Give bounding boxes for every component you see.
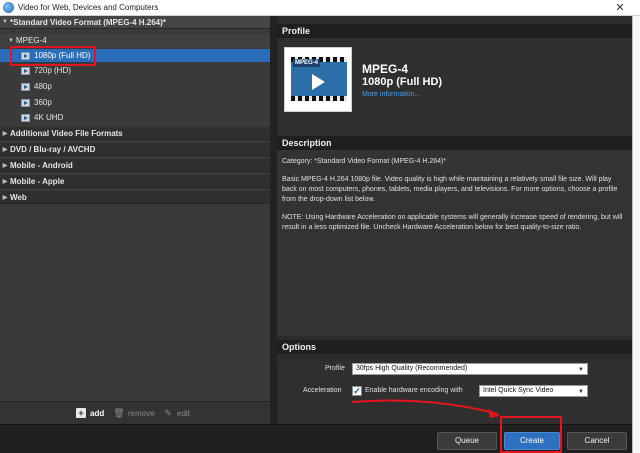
hardware-encoding-label: Enable hardware encoding with: [365, 387, 463, 394]
remove-button[interactable]: 🗑 remove: [113, 407, 155, 418]
description-heading: Description: [277, 136, 632, 150]
window-title: Video for Web, Devices and Computers: [18, 3, 159, 12]
profile-select-value: 30fps High Quality (Recommended): [356, 365, 468, 372]
profile-heading: Profile: [277, 24, 632, 38]
tree-category-mobile-android[interactable]: ▶ Mobile - Android: [0, 159, 270, 172]
details-panel: Profile MPEG-4 MPEG-4 1080p (Full HD) Mo…: [277, 16, 632, 424]
video-file-icon: [21, 82, 30, 91]
acceleration-label: Acceleration: [303, 387, 342, 394]
tree-item-label: 4K UHD: [34, 113, 64, 122]
tree-category-label: *Standard Video Format (MPEG-4 H.264)*: [10, 17, 166, 27]
collapse-arrow-icon[interactable]: ▶: [0, 146, 10, 153]
description-paragraph-2: NOTE: Using Hardware Acceleration on app…: [282, 214, 623, 231]
cancel-button[interactable]: Cancel: [567, 432, 627, 450]
hardware-encoding-checkbox[interactable]: ✓: [352, 386, 362, 396]
tree-item-label: 720p (HD): [34, 66, 71, 75]
edit-label: edit: [177, 408, 190, 418]
queue-button[interactable]: Queue: [437, 432, 497, 450]
tree-category-web[interactable]: ▶ Web: [0, 191, 270, 204]
trash-icon: 🗑: [113, 407, 125, 418]
preset-toolbar: + add 🗑 remove ✎ edit: [0, 401, 270, 424]
close-icon[interactable]: ✕: [607, 0, 633, 16]
add-label: add: [90, 408, 105, 418]
app-logo-icon: [3, 2, 14, 13]
description-text: Category: *Standard Video Format (MPEG-4…: [277, 150, 632, 336]
plus-square-icon: +: [76, 408, 86, 418]
options-heading: Options: [277, 340, 632, 354]
tree-item-label: 480p: [34, 82, 52, 91]
tree-category-label: Web: [10, 192, 27, 202]
video-file-icon: [21, 98, 30, 107]
hardware-encoder-select[interactable]: Intel Quick Sync Video ▼: [479, 385, 588, 397]
tree-category-label: Mobile - Apple: [10, 176, 65, 186]
profile-format: MPEG-4: [362, 62, 409, 76]
video-file-icon: [21, 66, 30, 75]
play-icon: [312, 74, 325, 90]
expand-arrow-icon[interactable]: ▼: [6, 38, 16, 44]
tree-category-label: Mobile - Android: [10, 160, 73, 170]
mpeg4-thumbnail: MPEG-4: [284, 47, 352, 112]
background-window-edge: [632, 16, 640, 453]
tree-group-label: MPEG-4: [16, 36, 47, 45]
more-information-link[interactable]: More information...: [362, 91, 420, 98]
collapse-arrow-icon[interactable]: ▶: [0, 130, 10, 137]
format-tree: ▼ *Standard Video Format (MPEG-4 H.264)*…: [0, 16, 270, 401]
collapse-arrow-icon[interactable]: ▶: [0, 194, 10, 201]
title-bar: Video for Web, Devices and Computers ✕: [0, 0, 640, 16]
app-window: Video for Web, Devices and Computers ✕ ▼…: [0, 0, 640, 453]
highlight-box-1080p: [10, 46, 96, 66]
highlight-box-create: [500, 416, 562, 453]
tree-item-480p[interactable]: 480p: [0, 80, 270, 93]
description-paragraph-1: Basic MPEG-4 H.264 1080p file. Video qua…: [282, 176, 618, 203]
pencil-icon: ✎: [164, 407, 172, 418]
tree-category-standard-video[interactable]: ▼ *Standard Video Format (MPEG-4 H.264)*: [0, 16, 270, 29]
edit-button[interactable]: ✎ edit: [163, 408, 190, 418]
tree-category-label: Additional Video File Formats: [10, 128, 123, 138]
description-category: Category: *Standard Video Format (MPEG-4…: [282, 158, 447, 165]
remove-label: remove: [128, 408, 155, 418]
expand-arrow-icon[interactable]: ▼: [0, 19, 10, 25]
profile-resolution: 1080p (Full HD): [362, 76, 443, 88]
chevron-down-icon: ▼: [578, 367, 584, 373]
panel-splitter[interactable]: [270, 16, 277, 424]
thumbnail-tag: MPEG-4: [293, 59, 321, 67]
tree-item-360p[interactable]: 360p: [0, 96, 270, 109]
tree-item-label: 360p: [34, 98, 52, 107]
video-file-icon: [21, 113, 30, 122]
tree-category-dvd-bluray[interactable]: ▶ DVD / Blu-ray / AVCHD: [0, 143, 270, 156]
add-button[interactable]: + add: [76, 408, 104, 418]
options-section: Profile 30fps High Quality (Recommended)…: [277, 361, 632, 424]
collapse-arrow-icon[interactable]: ▶: [0, 162, 10, 169]
collapse-arrow-icon[interactable]: ▶: [0, 178, 10, 185]
hardware-encoder-value: Intel Quick Sync Video: [483, 387, 554, 394]
profile-section: MPEG-4 MPEG-4 1080p (Full HD) More infor…: [277, 38, 632, 136]
tree-category-label: DVD / Blu-ray / AVCHD: [10, 144, 96, 154]
tree-item-4k-uhd[interactable]: 4K UHD: [0, 111, 270, 124]
tree-category-additional-formats[interactable]: ▶ Additional Video File Formats: [0, 127, 270, 140]
profile-select[interactable]: 30fps High Quality (Recommended) ▼: [352, 363, 588, 375]
profile-label: Profile: [325, 365, 345, 372]
chevron-down-icon: ▼: [578, 389, 584, 395]
tree-category-mobile-apple[interactable]: ▶ Mobile - Apple: [0, 175, 270, 188]
